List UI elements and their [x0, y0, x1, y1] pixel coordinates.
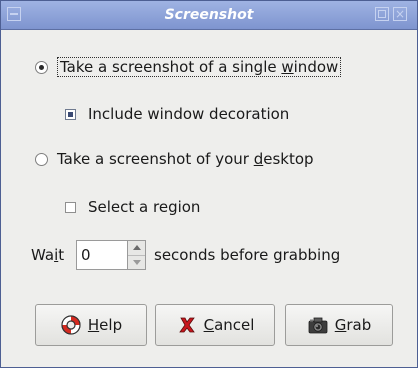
- window-title: Screenshot: [164, 7, 254, 23]
- maximize-button[interactable]: [375, 7, 389, 21]
- checkbox-select-region[interactable]: Select a region: [65, 198, 200, 216]
- radio-desktop-label: Take a screenshot of your desktop: [57, 150, 314, 168]
- lifebuoy-icon: [61, 315, 81, 335]
- help-button[interactable]: Help: [35, 304, 147, 346]
- maximize-icon: [378, 10, 386, 18]
- checkbox-include-decoration-label: Include window decoration: [88, 105, 290, 123]
- radio-single-window-label: Take a screenshot of a single window: [57, 57, 342, 77]
- radio-desktop-indicator[interactable]: [35, 152, 48, 166]
- spin-buttons: [128, 240, 146, 270]
- cancel-button[interactable]: Cancel: [155, 304, 275, 346]
- spin-down-button[interactable]: [128, 256, 145, 270]
- arrow-up-icon: [132, 245, 141, 251]
- checkbox-select-region-label: Select a region: [88, 198, 201, 216]
- wait-seconds-input[interactable]: [76, 240, 128, 270]
- screenshot-dialog: Screenshot × Take a screenshot of a sing…: [0, 0, 418, 368]
- cancel-x-icon: [178, 317, 195, 333]
- cancel-button-label: Cancel: [203, 316, 255, 334]
- wait-spinbutton[interactable]: [76, 240, 146, 270]
- arrow-down-icon: [132, 259, 141, 265]
- close-icon: ×: [394, 7, 406, 21]
- close-button[interactable]: ×: [393, 7, 407, 21]
- checkbox-select-region-indicator[interactable]: [65, 201, 76, 213]
- wait-label: Wa i t: [31, 246, 65, 264]
- wait-suffix-label: seconds before grabbing: [154, 246, 341, 264]
- grab-button-label: Grab: [334, 316, 372, 334]
- checkbox-include-decoration[interactable]: Include window decoration: [65, 105, 289, 123]
- help-button-label: Help: [87, 316, 123, 334]
- checkbox-include-decoration-indicator[interactable]: [65, 108, 76, 120]
- camera-icon: [308, 317, 328, 334]
- radio-single-window[interactable]: Take a screenshot of a single window: [35, 57, 342, 77]
- grab-button[interactable]: Grab: [285, 304, 393, 346]
- title-bar[interactable]: Screenshot ×: [1, 1, 417, 30]
- radio-desktop[interactable]: Take a screenshot of your desktop: [35, 150, 314, 168]
- radio-single-window-indicator[interactable]: [35, 60, 48, 74]
- spin-up-button[interactable]: [128, 241, 145, 256]
